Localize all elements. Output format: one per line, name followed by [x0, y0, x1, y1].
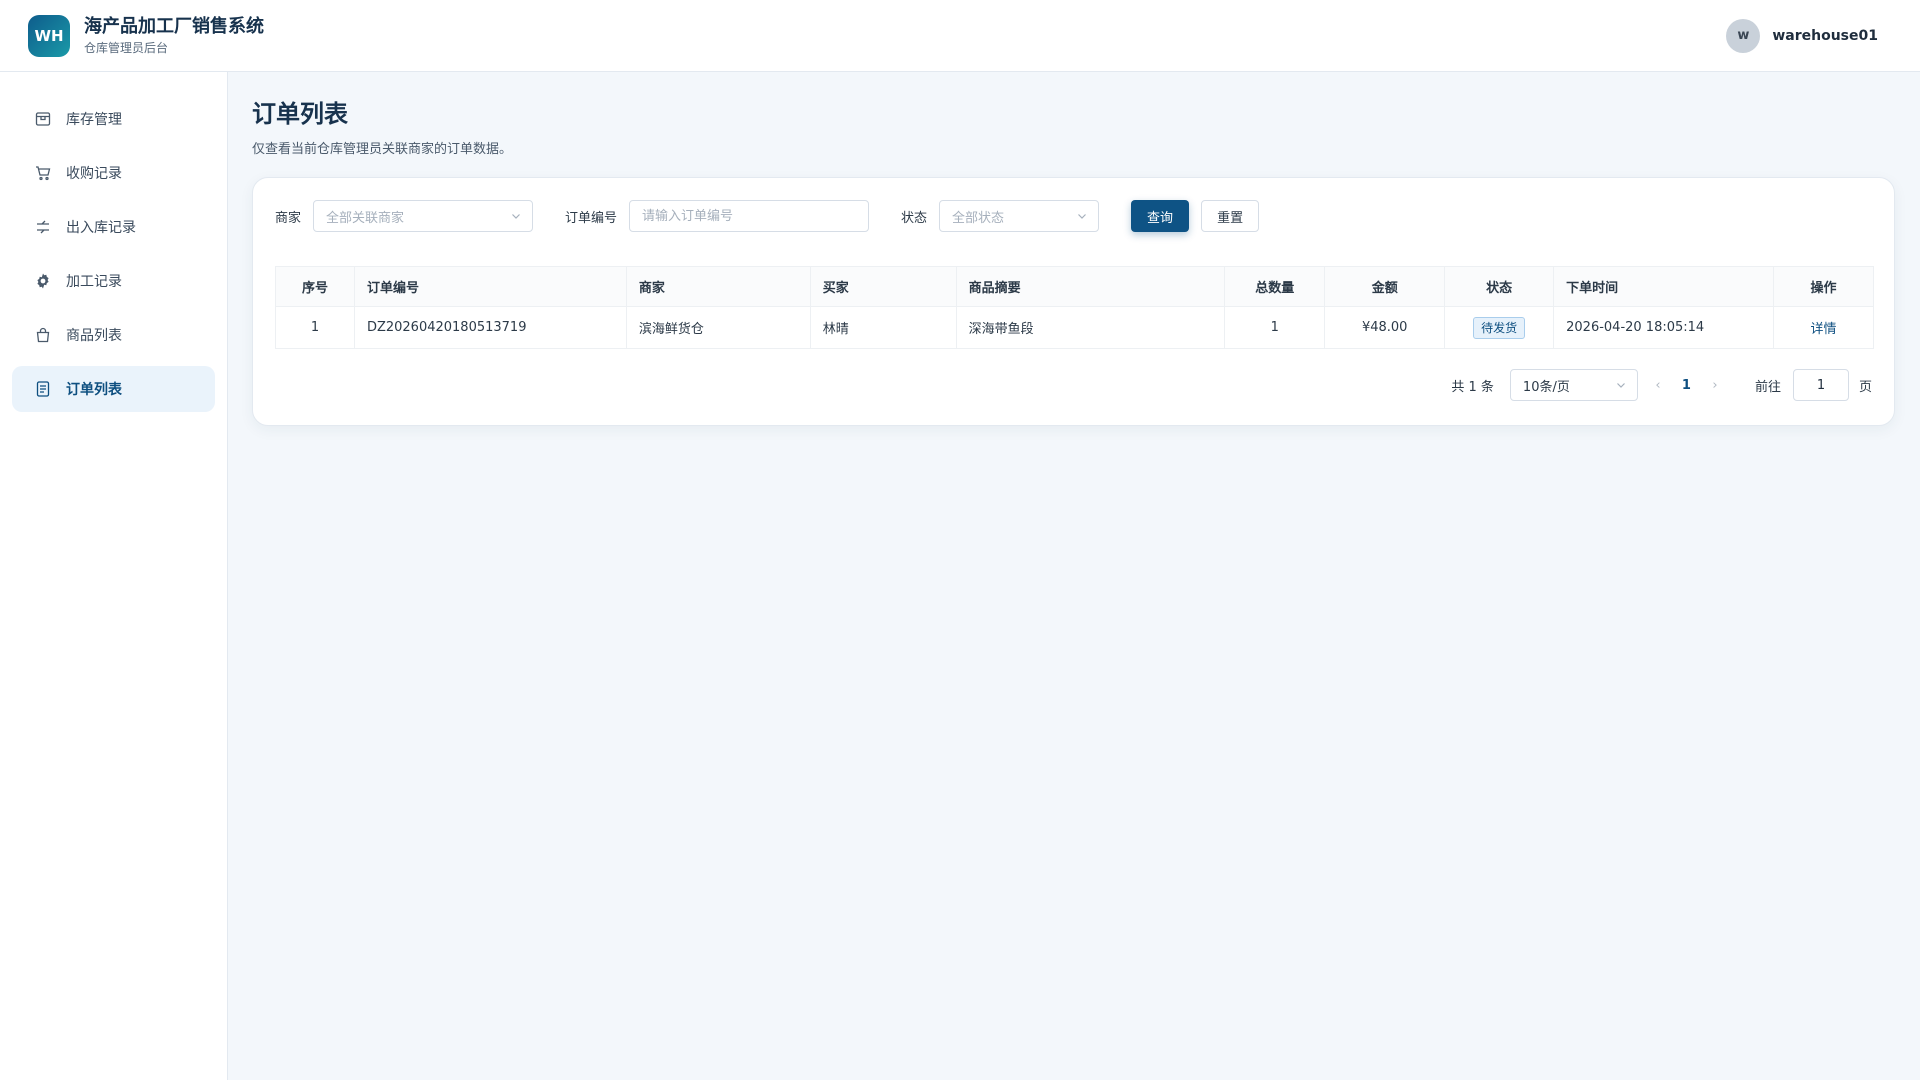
column-header: 操作 [1772, 266, 1875, 307]
logo: WH [28, 14, 70, 57]
brand-text: 海产品加工厂销售系统 仓库管理员后台 [84, 16, 264, 56]
cell-action: 详情 [1772, 306, 1875, 349]
sidebar-item-inventory[interactable]: 库存管理 [12, 96, 215, 142]
filter-bar: 商家 全部关联商家 订单编号 状态 全部状态 查询 重置 [275, 200, 1872, 232]
column-header: 序号 [275, 266, 355, 307]
cell-summary: 深海带鱼段 [955, 306, 1226, 349]
cell-time: 2026-04-20 18:05:14 [1553, 306, 1774, 349]
page-number[interactable]: 1 [1682, 378, 1691, 393]
status-label: 状态 [901, 210, 928, 226]
cell-buyer: 林晴 [809, 306, 957, 349]
order-card: 商家 全部关联商家 订单编号 状态 全部状态 查询 重置 序号 [252, 177, 1895, 426]
total-count: 共 1 条 [1451, 379, 1494, 395]
sidebar-item-stock-io[interactable]: 出入库记录 [12, 204, 215, 250]
brand: WH 海产品加工厂销售系统 仓库管理员后台 [28, 14, 264, 57]
column-header: 商品摘要 [955, 266, 1226, 307]
sidebar-item-orders[interactable]: 订单列表 [12, 366, 215, 412]
column-header: 商家 [625, 266, 811, 307]
transfer-icon [34, 218, 52, 236]
pagination: 共 1 条 10条/页 ‹ 1 › 前往 页 [275, 369, 1872, 401]
page-description: 仅查看当前仓库管理员关联商家的订单数据。 [252, 142, 513, 157]
cell-index: 1 [275, 306, 355, 349]
sidebar-item-label: 库存管理 [66, 112, 122, 128]
sidebar-item-products[interactable]: 商品列表 [12, 312, 215, 358]
merchant-label: 商家 [275, 210, 302, 226]
status-badge: 待发货 [1473, 316, 1526, 339]
page-unit-label: 页 [1858, 379, 1872, 395]
column-header: 总数量 [1224, 266, 1326, 307]
cell-amount: ¥48.00 [1324, 306, 1446, 349]
page-title: 订单列表 [252, 100, 348, 128]
main-content: 订单列表 仅查看当前仓库管理员关联商家的订单数据。 商家 全部关联商家 订单编号… [252, 72, 1895, 426]
cell-quantity: 1 [1224, 306, 1326, 349]
column-header: 金额 [1324, 266, 1446, 307]
goto-page-input[interactable] [1792, 369, 1849, 401]
query-button[interactable]: 查询 [1131, 200, 1190, 232]
chevron-down-icon [512, 214, 520, 219]
app-subtitle: 仓库管理员后台 [84, 40, 169, 55]
chevron-down-icon [1616, 383, 1625, 388]
cart-icon [34, 164, 52, 182]
detail-link[interactable]: 详情 [1810, 322, 1836, 337]
sidebar-item-label: 商品列表 [66, 328, 122, 344]
chevron-down-icon [1078, 214, 1086, 219]
sidebar-item-label: 加工记录 [66, 274, 122, 290]
sidebar-item-label: 订单列表 [66, 382, 122, 398]
top-header: WH 海产品加工厂销售系统 仓库管理员后台 w warehouse01 [0, 0, 1920, 72]
document-icon [34, 380, 52, 398]
table-row: 1 DZ20260420180513719 滨海鲜货仓 林晴 深海带鱼段 1 ¥… [275, 306, 1875, 349]
column-header: 买家 [809, 266, 957, 307]
sidebar-item-processing[interactable]: 加工记录 [12, 258, 215, 304]
goto-label: 前往 [1754, 379, 1781, 395]
status-select[interactable]: 全部状态 [939, 200, 1100, 232]
app-title: 海产品加工厂销售系统 [84, 15, 264, 37]
user-menu[interactable]: w warehouse01 [1726, 18, 1878, 53]
column-header: 订单编号 [353, 266, 627, 307]
cell-order-no: DZ20260420180513719 [353, 306, 627, 349]
bag-icon [34, 326, 52, 344]
page-size-value: 10条/页 [1522, 379, 1570, 395]
gear-icon [34, 272, 52, 290]
column-header: 下单时间 [1553, 266, 1774, 307]
order-no-input[interactable] [629, 200, 870, 232]
box-icon [34, 110, 52, 128]
column-header: 状态 [1444, 266, 1555, 307]
cell-merchant: 滨海鲜货仓 [625, 306, 811, 349]
sidebar: 库存管理 收购记录 出入库记录 加工记录 商品列表 订单列表 [0, 72, 228, 1080]
reset-button[interactable]: 重置 [1201, 200, 1260, 232]
table-header-row: 序号 订单编号 商家 买家 商品摘要 总数量 金额 状态 下单时间 操作 [275, 266, 1875, 307]
avatar[interactable]: w [1726, 18, 1761, 53]
status-select-placeholder: 全部状态 [952, 210, 1005, 226]
username[interactable]: warehouse01 [1772, 28, 1878, 44]
order-no-label: 订单编号 [565, 210, 618, 226]
next-page-icon[interactable]: › [1705, 378, 1725, 393]
page-size-select[interactable]: 10条/页 [1509, 369, 1638, 401]
order-table: 序号 订单编号 商家 买家 商品摘要 总数量 金额 状态 下单时间 操作 1 D… [275, 266, 1875, 349]
merchant-select-placeholder: 全部关联商家 [326, 210, 405, 226]
prev-page-icon[interactable]: ‹ [1648, 378, 1668, 393]
sidebar-item-purchase[interactable]: 收购记录 [12, 150, 215, 196]
sidebar-item-label: 出入库记录 [66, 220, 136, 236]
merchant-select[interactable]: 全部关联商家 [313, 200, 534, 232]
cell-status: 待发货 [1444, 306, 1555, 349]
sidebar-item-label: 收购记录 [66, 166, 122, 182]
